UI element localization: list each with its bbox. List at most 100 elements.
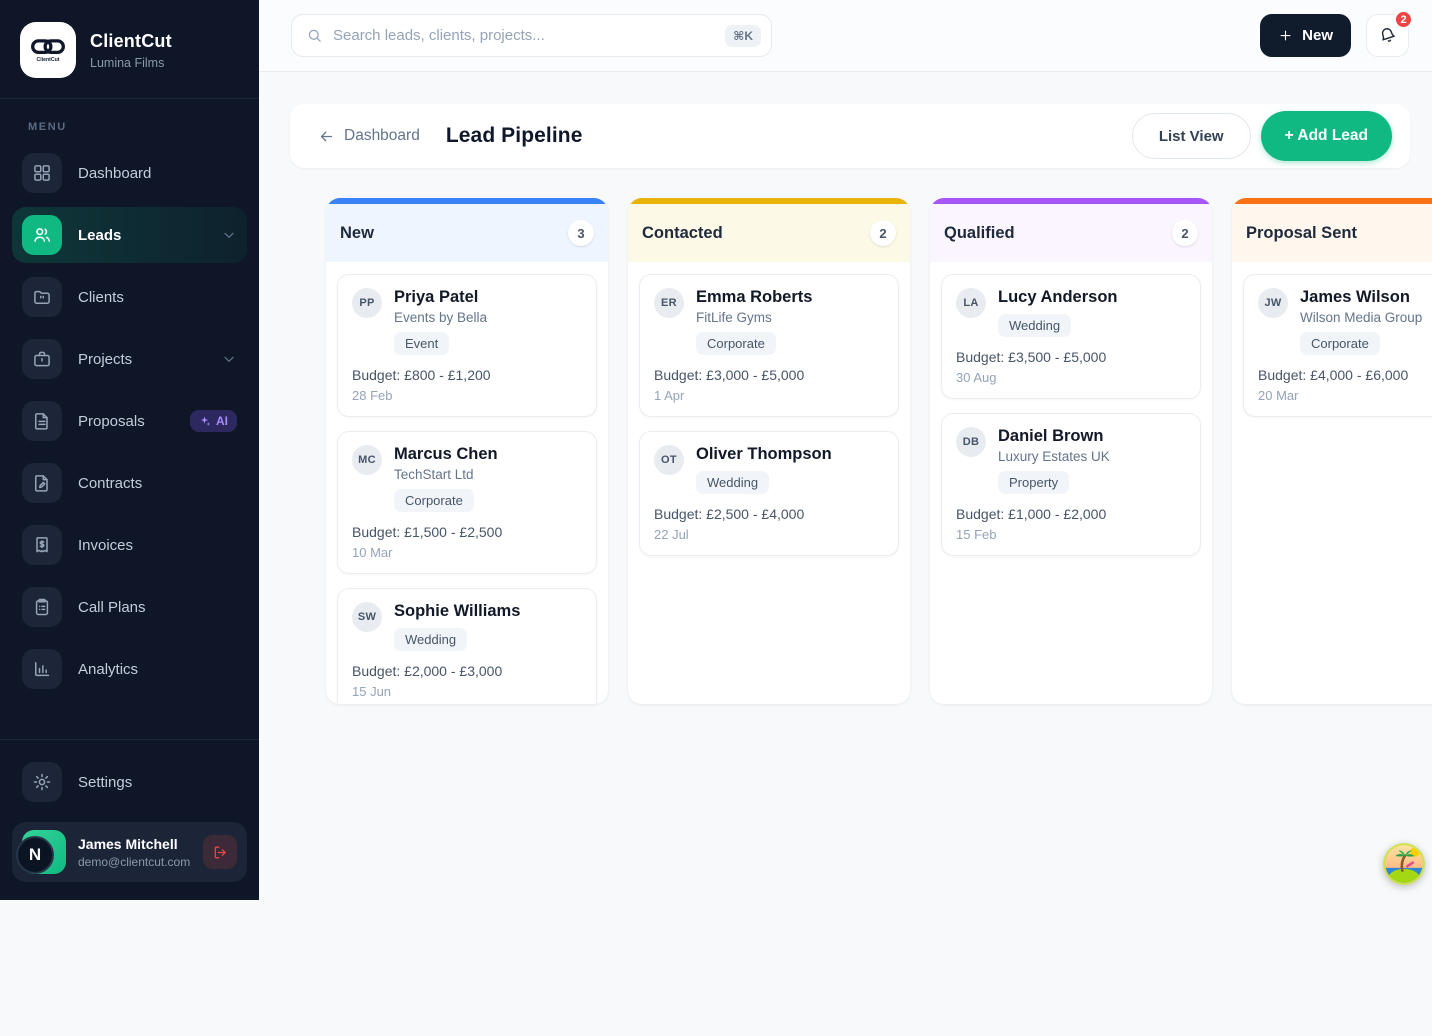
lead-tag: Wedding <box>998 314 1072 337</box>
lead-name: Priya Patel <box>394 288 479 306</box>
logout-button[interactable] <box>203 835 237 869</box>
sidebar-item-label: Projects <box>78 350 133 368</box>
sidebar-item-label: Clients <box>78 288 124 306</box>
lead-budget: Budget: £800 - £1,200 <box>352 367 491 383</box>
sidebar-item-settings[interactable]: Settings <box>12 754 247 810</box>
lead-tag: Wedding <box>696 471 770 494</box>
column-contacted: Contacted 2 ER Emma Roberts FitLife Gyms… <box>628 198 910 704</box>
bell-icon <box>1378 26 1397 45</box>
global-search[interactable]: ⌘K <box>291 14 772 57</box>
menu-section-label: MENU <box>28 121 67 133</box>
sidebar-item-projects[interactable]: Projects <box>12 331 247 387</box>
ai-badge: AI <box>190 410 237 432</box>
clients-folder-icon <box>22 277 62 317</box>
new-button[interactable]: New <box>1260 14 1351 57</box>
avatar: N <box>16 830 66 874</box>
svg-text:ClientCut: ClientCut <box>37 57 60 63</box>
lead-budget: Budget: £3,500 - £5,000 <box>956 349 1107 365</box>
notifications-button[interactable]: 2 <box>1366 10 1413 57</box>
list-view-button[interactable]: List View <box>1131 113 1251 159</box>
breadcrumb-label: Dashboard <box>344 127 420 144</box>
call-plans-clipboard-icon <box>22 587 62 627</box>
sidebar-item-analytics[interactable]: Analytics <box>12 641 247 697</box>
lead-avatar: DB <box>956 427 986 457</box>
column-header: Proposal Sent <box>1232 204 1432 262</box>
sidebar-nav: Dashboard Leads Clients Projects Proposa… <box>0 145 259 697</box>
dashboard-grid-icon <box>22 153 62 193</box>
lead-date: 15 Feb <box>956 527 997 542</box>
invoices-receipt-icon <box>22 525 62 565</box>
sidebar-item-invoices[interactable]: Invoices <box>12 517 247 573</box>
contracts-file-pen-icon <box>22 463 62 503</box>
search-input[interactable] <box>333 27 716 44</box>
sidebar-item-label: Invoices <box>78 536 134 554</box>
plus-icon <box>1278 28 1293 43</box>
user-profile-card[interactable]: N James Mitchell demo@clientcut.com <box>12 822 247 882</box>
lead-tag: Corporate <box>1300 332 1380 355</box>
lead-name: Daniel Brown <box>998 427 1104 445</box>
lead-card[interactable]: JW James Wilson Wilson Media Group Corpo… <box>1243 274 1432 417</box>
column-body: PP Priya Patel Events by Bella Event Bud… <box>326 262 608 704</box>
lead-company: Luxury Estates UK <box>998 449 1110 464</box>
search-shortcut-badge: ⌘K <box>725 24 761 47</box>
lead-card[interactable]: OT Oliver Thompson Wedding Budget: £2,50… <box>639 431 899 556</box>
sidebar-item-leads[interactable]: Leads <box>12 207 247 263</box>
workspace-name: Lumina Films <box>90 55 165 70</box>
lead-budget: Budget: £1,000 - £2,000 <box>956 506 1107 522</box>
clientcut-logo-icon: ClientCut <box>20 22 76 78</box>
search-icon <box>306 27 323 44</box>
column-title: Proposal Sent <box>1246 223 1357 242</box>
lead-avatar: ER <box>654 288 684 318</box>
kanban-board: New 3 PP Priya Patel Events by Bella Eve… <box>326 198 1432 704</box>
lead-tag: Corporate <box>394 489 474 512</box>
sidebar-item-call-plans[interactable]: Call Plans <box>12 579 247 635</box>
lead-name: Lucy Anderson <box>998 288 1118 306</box>
page-title: Lead Pipeline <box>445 124 583 147</box>
new-button-label: New <box>1302 27 1333 44</box>
lead-company: Wilson Media Group <box>1300 310 1423 325</box>
lead-card[interactable]: LA Lucy Anderson Wedding Budget: £3,500 … <box>941 274 1201 399</box>
lead-date: 10 Mar <box>352 545 393 560</box>
lead-date: 1 Apr <box>654 388 685 403</box>
lead-date: 22 Jul <box>654 527 689 542</box>
chevron-down-icon <box>221 351 237 367</box>
column-qualified: Qualified 2 LA Lucy Anderson Wedding Bud… <box>930 198 1212 704</box>
lead-budget: Budget: £3,000 - £5,000 <box>654 367 805 383</box>
lead-budget: Budget: £4,000 - £6,000 <box>1258 367 1409 383</box>
lead-card[interactable]: MC Marcus Chen TechStart Ltd Corporate B… <box>337 431 597 574</box>
lead-card[interactable]: DB Daniel Brown Luxury Estates UK Proper… <box>941 413 1201 556</box>
column-proposal-sent: Proposal Sent JW James Wilson Wilson Med… <box>1232 198 1432 704</box>
lead-date: 20 Mar <box>1258 388 1299 403</box>
breadcrumb-back[interactable]: Dashboard <box>318 127 420 145</box>
brand: ClientCut ClientCut Lumina Films <box>0 0 259 99</box>
lead-company: Events by Bella <box>394 310 488 325</box>
lead-avatar: SW <box>352 602 382 632</box>
lead-budget: Budget: £2,000 - £3,000 <box>352 663 503 679</box>
lead-name: Sophie Williams <box>394 602 521 620</box>
lead-company: FitLife Gyms <box>696 310 772 325</box>
sidebar-item-dashboard[interactable]: Dashboard <box>12 145 247 201</box>
column-body: LA Lucy Anderson Wedding Budget: £3,500 … <box>930 262 1212 704</box>
sidebar-item-clients[interactable]: Clients <box>12 269 247 325</box>
lead-avatar: MC <box>352 445 382 475</box>
island-emoji-button[interactable] <box>1382 842 1426 886</box>
lead-card[interactable]: PP Priya Patel Events by Bella Event Bud… <box>337 274 597 417</box>
lead-name: Emma Roberts <box>696 288 813 306</box>
add-lead-button[interactable]: + Add Lead <box>1260 111 1392 161</box>
lead-date: 15 Jun <box>352 684 392 699</box>
column-body: JW James Wilson Wilson Media Group Corpo… <box>1232 262 1432 704</box>
sidebar-item-contracts[interactable]: Contracts <box>12 455 247 511</box>
sidebar-item-proposals[interactable]: Proposals AI <box>12 393 247 449</box>
sidebar-item-label: Analytics <box>78 660 139 678</box>
lead-name: Marcus Chen <box>394 445 498 463</box>
lead-card[interactable]: ER Emma Roberts FitLife Gyms Corporate B… <box>639 274 899 417</box>
sidebar-item-label: Settings <box>78 773 133 791</box>
lead-card[interactable]: SW Sophie Williams Wedding Budget: £2,00… <box>337 588 597 704</box>
proposals-file-icon <box>22 401 62 441</box>
column-new: New 3 PP Priya Patel Events by Bella Eve… <box>326 198 608 704</box>
column-count-badge: 2 <box>870 220 896 246</box>
user-email: demo@clientcut.com <box>78 854 191 869</box>
analytics-chart-icon <box>22 649 62 689</box>
column-count-badge: 3 <box>568 220 594 246</box>
lead-date: 28 Feb <box>352 388 393 403</box>
